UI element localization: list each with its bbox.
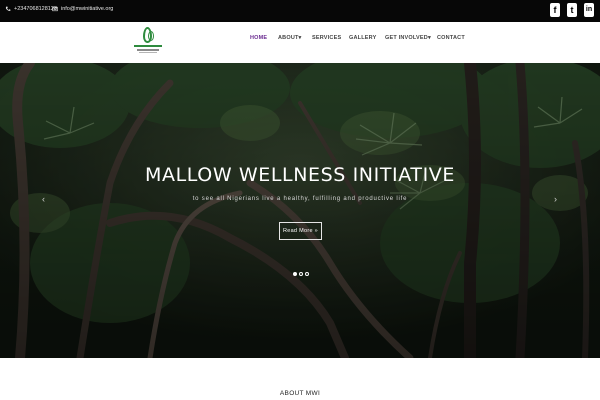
nav-get-involved[interactable]: GET INVOLVED▾ bbox=[385, 35, 431, 41]
nav-gallery[interactable]: GALLERY bbox=[349, 35, 376, 41]
about-heading: ABOUT MWI bbox=[279, 390, 321, 397]
hero-tagline: to see all Nigerians live a healthy, ful… bbox=[192, 196, 408, 202]
slide-dot[interactable] bbox=[299, 272, 303, 276]
read-more-button[interactable]: Read More » bbox=[279, 222, 322, 240]
hero-title: MALLOW WELLNESS INITIATIVE bbox=[145, 164, 455, 186]
slide-dot[interactable] bbox=[293, 272, 297, 276]
next-slide-arrow-icon[interactable]: › bbox=[554, 194, 557, 204]
phone-number: +2347068128128 bbox=[14, 6, 57, 12]
logo-leaf-small-icon bbox=[148, 31, 154, 41]
email-contact[interactable]: info@mwinitiative.org bbox=[52, 6, 113, 12]
slide-indicators bbox=[293, 272, 309, 276]
social-links: f t in bbox=[550, 3, 594, 17]
nav-about[interactable]: ABOUT▾ bbox=[278, 35, 302, 41]
phone-icon bbox=[5, 6, 11, 11]
hero-slider: MALLOW WELLNESS INITIATIVE to see all Ni… bbox=[0, 63, 600, 358]
linkedin-icon[interactable]: in bbox=[584, 3, 594, 17]
top-bar: +2347068128128 info@mwinitiative.org f t… bbox=[0, 0, 600, 22]
nav-contact[interactable]: CONTACT bbox=[437, 35, 465, 41]
prev-slide-arrow-icon[interactable]: ‹ bbox=[42, 194, 45, 204]
logo-tagline-line bbox=[139, 52, 157, 53]
email-address: info@mwinitiative.org bbox=[61, 6, 114, 12]
logo-wordmark bbox=[134, 45, 162, 47]
forest-background-image bbox=[0, 63, 600, 358]
slide-dot[interactable] bbox=[305, 272, 309, 276]
site-logo[interactable] bbox=[134, 27, 162, 57]
logo-tagline-line bbox=[137, 49, 159, 51]
nav-home[interactable]: HOME bbox=[250, 35, 267, 41]
envelope-icon bbox=[52, 6, 58, 12]
site-header: HOME ABOUT▾ SERVICES GALLERY GET INVOLVE… bbox=[0, 22, 600, 63]
nav-services[interactable]: SERVICES bbox=[312, 35, 341, 41]
twitter-icon[interactable]: t bbox=[567, 3, 577, 17]
facebook-icon[interactable]: f bbox=[550, 3, 560, 17]
phone-contact[interactable]: +2347068128128 bbox=[5, 6, 57, 12]
